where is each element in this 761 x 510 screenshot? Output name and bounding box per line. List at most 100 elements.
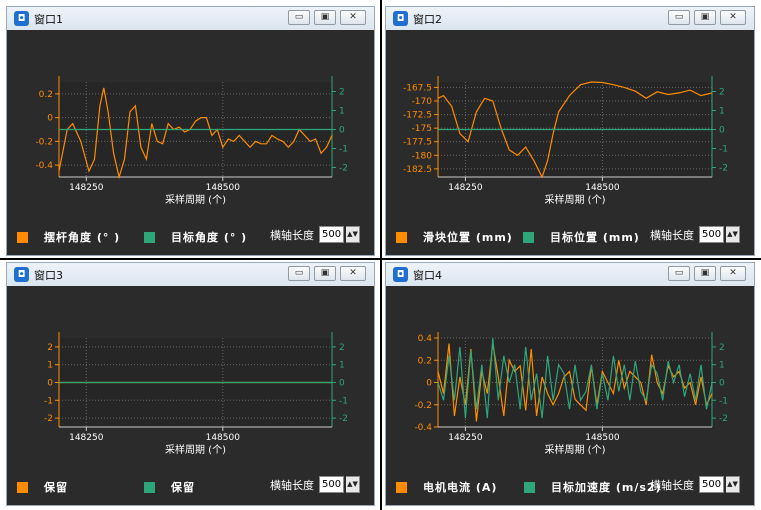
right-tick-label: -2 — [719, 414, 728, 424]
legend-label-left: 摆杆角度 (° ) — [44, 231, 121, 244]
left-tick-label: 0 — [47, 114, 53, 124]
x-tick-label: 148500 — [585, 183, 620, 193]
left-tick-label: 0.4 — [418, 334, 433, 344]
right-tick-label: 1 — [719, 361, 725, 371]
close-icon[interactable]: ✕ — [720, 266, 746, 281]
axis-length-spinbox[interactable]: 500 ▲▼ — [699, 476, 740, 493]
chart-plot: -167.5 -170 -172.5 -175 -177.5 -180 -182.5 2 1 0 -… — [403, 76, 728, 206]
x-tick-label: 148500 — [206, 183, 241, 193]
legend-label-right: 目标位置 (mm) — [550, 231, 640, 244]
axis-length-spinbox[interactable]: 500 ▲▼ — [319, 476, 360, 493]
window-3: ◘ 窗口3 ▭ ▣ ✕ 2 1 0 -1 -2 2 1 0 -1 -2 148250 148500 采样周期 (个… — [6, 262, 375, 506]
right-tick-label: 2 — [719, 88, 725, 98]
left-tick-label: -172.5 — [403, 111, 432, 121]
maximize-icon[interactable]: ▣ — [694, 266, 716, 281]
left-tick-label: 0.2 — [418, 356, 432, 366]
axis-length-input[interactable]: 500 — [699, 476, 724, 493]
x-axis-label: 采样周期 (个) — [165, 193, 226, 206]
right-tick-label: 0 — [339, 126, 345, 136]
spin-arrows-icon[interactable]: ▲▼ — [726, 476, 740, 493]
legend-item-right: 目标位置 (mm) — [523, 229, 640, 245]
close-icon[interactable]: ✕ — [340, 266, 366, 281]
chart-plot: 0.4 0.2 0 -0.2 -0.4 2 1 0 -1 -2 148250 148500采样周期 (… — [414, 332, 728, 456]
minimize-icon[interactable]: ▭ — [668, 266, 690, 281]
close-icon[interactable]: ✕ — [340, 10, 366, 25]
legend-label-right: 目标角度 (° ) — [171, 231, 248, 244]
right-tick-label: -1 — [719, 396, 728, 406]
maximize-icon[interactable]: ▣ — [314, 10, 336, 25]
right-tick-label: -2 — [339, 164, 348, 174]
legend-swatch-green — [144, 481, 155, 493]
maximize-icon[interactable]: ▣ — [694, 10, 716, 25]
title-bar[interactable]: ◘ 窗口4 ▭ ▣ ✕ — [386, 263, 754, 286]
legend-label-right: 保留 — [171, 481, 195, 494]
right-tick-label: -1 — [339, 145, 348, 155]
left-tick-label: -0.2 — [35, 137, 53, 147]
left-tick-label: -0.4 — [414, 423, 432, 433]
left-tick-label: -0.2 — [414, 401, 432, 411]
left-tick-label: -182.5 — [403, 165, 432, 175]
legend-item-left: 滑块位置 (mm) — [396, 229, 513, 245]
right-tick-label: -2 — [719, 164, 728, 174]
x-tick-label: 148500 — [585, 433, 620, 443]
minimize-icon[interactable]: ▭ — [668, 10, 690, 25]
spin-arrows-icon[interactable]: ▲▼ — [726, 226, 740, 243]
minimize-icon[interactable]: ▭ — [288, 266, 310, 281]
left-tick-label: 0.2 — [39, 90, 53, 100]
x-tick-label: 148500 — [206, 433, 241, 443]
left-tick-label: -2 — [44, 414, 53, 424]
x-axis-label: 采样周期 (个) — [545, 193, 606, 206]
title-bar[interactable]: ◘ 窗口1 ▭ ▣ ✕ — [7, 7, 374, 30]
right-tick-label: 1 — [339, 107, 345, 117]
left-tick-label: -167.5 — [403, 83, 432, 93]
minimize-icon[interactable]: ▭ — [288, 10, 310, 25]
separator-horizontal — [0, 258, 761, 260]
title-bar[interactable]: ◘ 窗口2 ▭ ▣ ✕ — [386, 7, 754, 30]
window-title: 窗口1 — [34, 12, 63, 26]
axis-length-input[interactable]: 500 — [699, 226, 724, 243]
legend-swatch-green — [524, 481, 535, 493]
axis-length-spinbox[interactable]: 500 ▲▼ — [319, 226, 360, 243]
left-tick-label: -0.4 — [35, 161, 53, 171]
right-tick-label: 1 — [719, 107, 725, 117]
axis-length-label: 横轴长度 — [270, 478, 314, 492]
right-tick-label: 2 — [339, 88, 345, 98]
spin-arrows-icon[interactable]: ▲▼ — [346, 226, 360, 243]
right-tick-label: 0 — [719, 379, 725, 389]
legend-label-left: 保留 — [44, 481, 68, 494]
close-icon[interactable]: ✕ — [720, 10, 746, 25]
window-title: 窗口2 — [413, 12, 442, 26]
maximize-icon[interactable]: ▣ — [314, 266, 336, 281]
legend-item-right: 保留 — [144, 479, 195, 495]
right-tick-label: 2 — [339, 343, 345, 353]
legend-swatch-green — [144, 231, 155, 243]
left-tick-label: 0 — [47, 379, 53, 389]
legend-label-left: 电机电流 (A) — [423, 481, 498, 494]
legend-item-right: 目标加速度 (m/s2) — [524, 479, 662, 495]
legend: 电机电流 (A) 目标加速度 (m/s2) 横轴长度 500 ▲▼ — [386, 465, 754, 505]
app-icon: ◘ — [14, 267, 29, 282]
app-icon: ◘ — [393, 11, 408, 26]
left-tick-label: -1 — [44, 396, 53, 406]
x-axis-label: 采样周期 (个) — [545, 443, 606, 456]
axis-length-input[interactable]: 500 — [319, 226, 344, 243]
left-tick-label: -170 — [412, 97, 433, 107]
right-tick-label: 2 — [719, 343, 725, 353]
legend-item-left: 电机电流 (A) — [396, 479, 497, 495]
legend-item-left: 保留 — [17, 479, 68, 495]
legend-label-left: 滑块位置 (mm) — [423, 231, 513, 244]
right-tick-label: 0 — [339, 379, 345, 389]
axis-length-spinbox[interactable]: 500 ▲▼ — [699, 226, 740, 243]
title-bar[interactable]: ◘ 窗口3 ▭ ▣ ✕ — [7, 263, 374, 286]
separator-vertical — [380, 0, 382, 510]
legend: 保留 保留 横轴长度 500 ▲▼ — [7, 465, 374, 505]
right-tick-label: 0 — [719, 126, 725, 136]
axis-length-control: 横轴长度 500 ▲▼ — [650, 226, 740, 243]
axis-length-label: 横轴长度 — [650, 478, 694, 492]
spin-arrows-icon[interactable]: ▲▼ — [346, 476, 360, 493]
axis-length-input[interactable]: 500 — [319, 476, 344, 493]
legend-item-left: 摆杆角度 (° ) — [17, 229, 120, 245]
axis-length-control: 横轴长度 500 ▲▼ — [650, 476, 740, 493]
x-tick-label: 148250 — [69, 433, 104, 443]
x-tick-label: 148250 — [69, 183, 104, 193]
